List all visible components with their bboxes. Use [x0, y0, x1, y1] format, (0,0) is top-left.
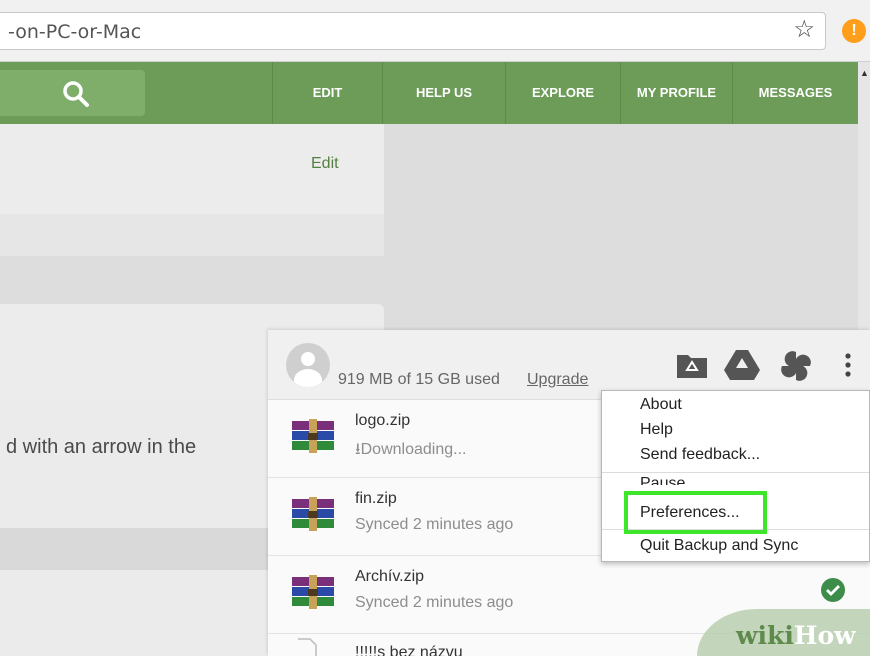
search-icon [63, 81, 89, 107]
article-text: d with an arrow in the [6, 436, 197, 458]
menu-item-quit[interactable]: Quit Backup and Sync [640, 537, 798, 555]
nav-edit[interactable]: EDIT [272, 62, 382, 124]
nav-my-profile[interactable]: MY PROFILE [620, 62, 732, 124]
nav-messages[interactable]: MESSAGES [732, 62, 858, 124]
file-name: !!!!!s bez názvu [355, 644, 463, 656]
browser-toolbar: -on-PC-or-Mac ☆ ! [0, 0, 870, 62]
file-status: Synced 2 minutes ago [355, 594, 514, 611]
nav-explore[interactable]: EXPLORE [505, 62, 620, 124]
article-divider [0, 528, 268, 570]
more-vert-icon[interactable] [843, 352, 853, 378]
edit-link[interactable]: Edit [311, 155, 339, 173]
scroll-up-arrow-icon[interactable]: ▲ [860, 68, 869, 78]
file-name: Archív.zip [355, 568, 425, 585]
address-bar[interactable]: -on-PC-or-Mac ☆ [0, 12, 826, 50]
menu-item-help[interactable]: Help [640, 421, 673, 439]
synced-check-icon [821, 578, 845, 602]
drive-icon[interactable] [724, 348, 760, 380]
menu-item-about[interactable]: About [640, 396, 682, 414]
file-name: fin.zip [355, 490, 397, 507]
site-nav-bar: EDIT HELP US EXPLORE MY PROFILE MESSAGES [0, 62, 858, 124]
file-status: ⭳Downloading... [355, 441, 467, 458]
search-button[interactable] [0, 70, 145, 116]
menu-item-pause[interactable]: Pause [640, 475, 685, 485]
bookmark-star-icon[interactable]: ☆ [793, 18, 815, 42]
file-status: Synced 2 minutes ago [355, 516, 514, 533]
zip-archive-icon [292, 575, 334, 609]
document-icon [298, 638, 317, 656]
file-name: logo.zip [355, 412, 411, 429]
preferences-highlight-box [624, 491, 767, 534]
zip-archive-icon [292, 497, 334, 531]
overflow-menu: About Help Send feedback... Pause Prefer… [601, 390, 870, 562]
folder-icon[interactable] [675, 350, 709, 380]
wikihow-logo: wikiHow [736, 621, 856, 650]
card-footer [0, 214, 384, 256]
alert-badge-icon[interactable]: ! [842, 19, 866, 43]
nav-help-us[interactable]: HELP US [382, 62, 505, 124]
address-text[interactable]: -on-PC-or-Mac [8, 21, 141, 43]
zip-archive-icon [292, 419, 334, 453]
menu-separator [602, 472, 869, 473]
photos-icon[interactable] [779, 349, 813, 383]
menu-item-send-feedback[interactable]: Send feedback... [640, 446, 760, 464]
avatar[interactable] [286, 343, 330, 387]
upgrade-link[interactable]: Upgrade [527, 371, 588, 389]
storage-usage-text: 919 MB of 15 GB used [338, 371, 500, 388]
